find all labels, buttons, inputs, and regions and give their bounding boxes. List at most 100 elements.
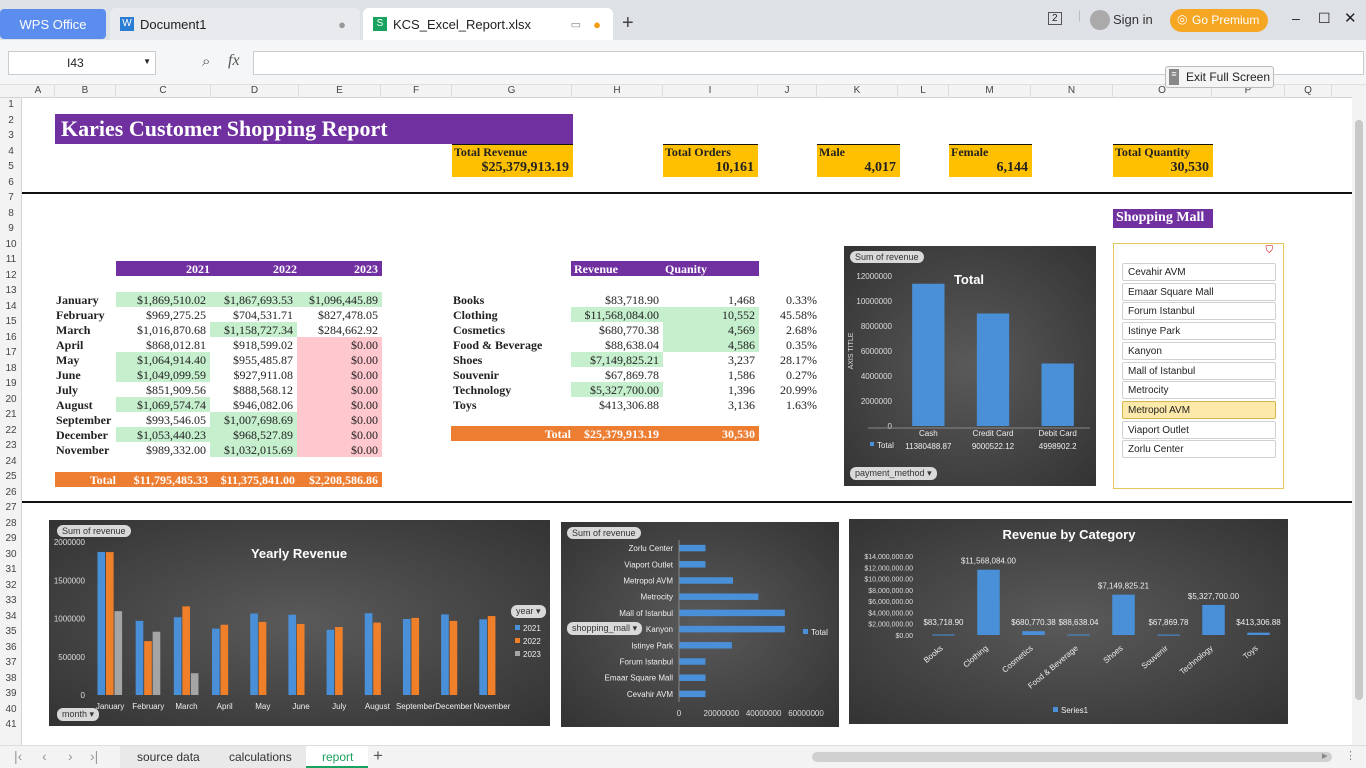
row-header[interactable]: 33 bbox=[0, 595, 22, 606]
bar[interactable] bbox=[679, 609, 785, 617]
column-header[interactable]: C bbox=[116, 85, 211, 98]
column-header[interactable]: D bbox=[211, 85, 299, 98]
category-share-cell[interactable]: 1.63% bbox=[759, 397, 819, 412]
revenue-cell[interactable]: $851,909.56 bbox=[116, 382, 210, 397]
bar[interactable] bbox=[105, 552, 114, 695]
bar[interactable] bbox=[976, 313, 1010, 426]
revenue-by-category-chart[interactable]: Revenue by Category $14,000,000.00 $12,000… bbox=[849, 519, 1288, 724]
row-header[interactable]: 8 bbox=[0, 208, 22, 219]
column-header[interactable]: E bbox=[299, 85, 381, 98]
row-header[interactable]: 28 bbox=[0, 518, 22, 529]
shopping-mall-filter[interactable]: shopping_mall ▾ bbox=[567, 622, 643, 635]
bar[interactable] bbox=[441, 614, 449, 695]
category-share-cell[interactable]: 2.68% bbox=[759, 322, 819, 337]
slicer-item[interactable]: Zorlu Center bbox=[1122, 440, 1276, 459]
slicer-item[interactable]: Emaar Square Mall bbox=[1122, 282, 1276, 301]
bar[interactable] bbox=[97, 551, 106, 695]
bar[interactable] bbox=[114, 611, 123, 695]
sheet-tab-report[interactable]: report bbox=[306, 746, 368, 768]
category-revenue-cell[interactable]: $83,718.90 bbox=[571, 292, 663, 307]
monitor-icon[interactable]: ▭ bbox=[571, 18, 581, 31]
bar[interactable] bbox=[411, 617, 420, 695]
revenue-cell[interactable]: $827,478.05 bbox=[297, 307, 382, 322]
bar[interactable] bbox=[1067, 634, 1090, 636]
bar[interactable] bbox=[402, 618, 411, 695]
window-count-badge[interactable]: 2 bbox=[1048, 12, 1062, 25]
row-header[interactable]: 6 bbox=[0, 177, 22, 188]
revenue-cell[interactable]: $0.00 bbox=[297, 382, 382, 397]
revenue-cell[interactable]: $0.00 bbox=[297, 337, 382, 352]
column-header[interactable]: J bbox=[758, 85, 817, 98]
category-share-cell[interactable]: 20.99% bbox=[759, 382, 819, 397]
exit-full-screen-button[interactable]: ≡ Exit Full Screen bbox=[1165, 66, 1274, 88]
revenue-cell[interactable]: $0.00 bbox=[297, 427, 382, 442]
row-header[interactable]: 34 bbox=[0, 611, 22, 622]
bar[interactable] bbox=[1041, 363, 1074, 426]
row-header[interactable]: 24 bbox=[0, 456, 22, 467]
column-header[interactable]: I bbox=[663, 85, 758, 98]
bar[interactable] bbox=[335, 627, 343, 695]
row-header[interactable]: 30 bbox=[0, 549, 22, 560]
bar[interactable] bbox=[679, 544, 706, 552]
row-header[interactable]: 14 bbox=[0, 301, 22, 312]
revenue-cell[interactable]: $0.00 bbox=[297, 397, 382, 412]
revenue-cell[interactable]: $989,332.00 bbox=[116, 442, 210, 457]
revenue-cell[interactable]: $969,275.25 bbox=[116, 307, 210, 322]
row-header[interactable]: 36 bbox=[0, 642, 22, 653]
bar[interactable] bbox=[152, 631, 161, 695]
revenue-cell[interactable]: $1,867,693.53 bbox=[210, 292, 297, 307]
row-header[interactable]: 39 bbox=[0, 688, 22, 699]
revenue-cell[interactable]: $955,485.87 bbox=[210, 352, 297, 367]
row-header[interactable]: 41 bbox=[0, 719, 22, 730]
bar[interactable] bbox=[679, 690, 706, 698]
bar[interactable] bbox=[679, 674, 706, 681]
prev-sheet-icon[interactable]: ‹ bbox=[42, 748, 47, 764]
revenue-cell[interactable]: $0.00 bbox=[297, 367, 382, 382]
slicer-item[interactable]: Viaport Outlet bbox=[1122, 420, 1276, 439]
category-share-cell[interactable]: 0.35% bbox=[759, 337, 819, 352]
row-header[interactable]: 4 bbox=[0, 146, 22, 157]
category-revenue-cell[interactable]: $413,306.88 bbox=[571, 397, 663, 412]
vertical-scrollbar[interactable] bbox=[1352, 85, 1366, 745]
category-revenue-cell[interactable]: $5,327,700.00 bbox=[571, 382, 663, 397]
category-quantity-cell[interactable]: 3,136 bbox=[663, 397, 759, 412]
row-header[interactable]: 20 bbox=[0, 394, 22, 405]
row-header[interactable]: 16 bbox=[0, 332, 22, 343]
row-header[interactable]: 31 bbox=[0, 564, 22, 575]
next-sheet-icon[interactable]: › bbox=[68, 748, 73, 764]
slicer-item[interactable]: Kanyon bbox=[1122, 341, 1276, 360]
row-header[interactable]: 10 bbox=[0, 239, 22, 250]
first-sheet-icon[interactable]: |‹ bbox=[14, 748, 22, 764]
row-header[interactable]: 1 bbox=[0, 99, 22, 110]
bar[interactable] bbox=[1202, 604, 1225, 635]
row-header[interactable]: 13 bbox=[0, 285, 22, 296]
column-header[interactable]: H bbox=[572, 85, 663, 98]
bar[interactable] bbox=[250, 613, 258, 695]
row-header[interactable]: 29 bbox=[0, 533, 22, 544]
payment-method-filter[interactable]: payment_method ▾ bbox=[850, 467, 937, 480]
column-header[interactable]: F bbox=[381, 85, 452, 98]
shopping-mall-chart[interactable]: Zorlu Center Viaport Outlet Metropol AVM Me… bbox=[561, 522, 839, 727]
column-header[interactable]: M bbox=[949, 85, 1031, 98]
name-box[interactable]: I43 ▼ bbox=[8, 51, 156, 75]
row-header[interactable]: 37 bbox=[0, 657, 22, 668]
revenue-cell[interactable]: $968,527.89 bbox=[210, 427, 297, 442]
revenue-cell[interactable]: $888,568.12 bbox=[210, 382, 297, 397]
revenue-cell[interactable]: $1,007,698.69 bbox=[210, 412, 297, 427]
bar[interactable] bbox=[135, 620, 144, 695]
column-header[interactable]: K bbox=[817, 85, 898, 98]
row-header[interactable]: 40 bbox=[0, 704, 22, 715]
bar[interactable] bbox=[173, 617, 182, 695]
slicer-item[interactable]: Forum Istanbul bbox=[1122, 302, 1276, 321]
payment-method-chart[interactable]: 12000000 10000000 8000000 6000000 4000000 200… bbox=[844, 246, 1096, 486]
category-revenue-cell[interactable]: $7,149,825.21 bbox=[571, 352, 663, 367]
bar[interactable] bbox=[220, 624, 229, 695]
revenue-cell[interactable]: $1,869,510.02 bbox=[116, 292, 210, 307]
slicer-item[interactable]: Metrocity bbox=[1122, 381, 1276, 400]
revenue-cell[interactable]: $284,662.92 bbox=[297, 322, 382, 337]
add-sheet-button[interactable]: + bbox=[373, 746, 383, 766]
revenue-cell[interactable]: $0.00 bbox=[297, 442, 382, 457]
bar[interactable] bbox=[182, 606, 190, 695]
bar[interactable] bbox=[449, 620, 458, 695]
category-quantity-cell[interactable]: 1,586 bbox=[663, 367, 759, 382]
